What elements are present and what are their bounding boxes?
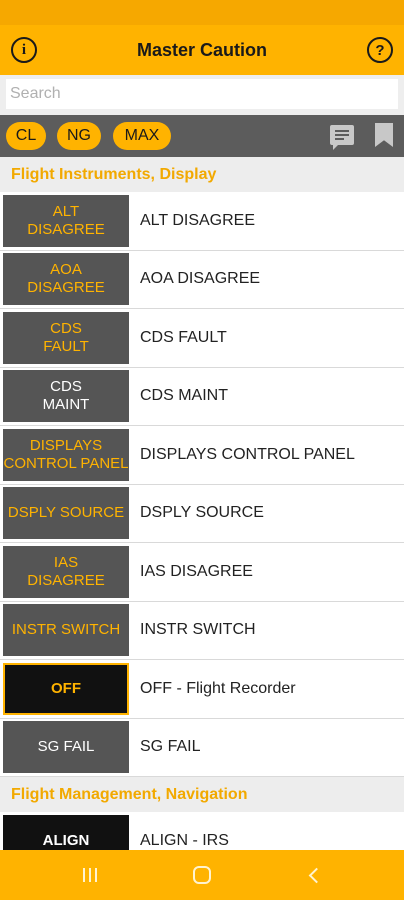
- search-input[interactable]: [6, 79, 398, 109]
- info-icon[interactable]: i: [11, 37, 37, 63]
- caution-badge: IAS DISAGREE: [3, 545, 129, 598]
- list-item-label: DISPLAYS CONTROL PANEL: [140, 445, 355, 463]
- list-item-label: DSPLY SOURCE: [140, 504, 264, 522]
- system-nav-bar: [0, 850, 404, 900]
- list-item-label: IAS DISAGREE: [140, 562, 253, 580]
- list-item[interactable]: IAS DISAGREE IAS DISAGREE: [0, 543, 404, 602]
- list-item-label: INSTR SWITCH: [140, 621, 256, 639]
- bookmark-icon[interactable]: [375, 123, 393, 147]
- list-item-label: CDS MAINT: [140, 387, 228, 405]
- list-item-label: ALT DISAGREE: [140, 211, 255, 229]
- list-item[interactable]: INSTR SWITCH INSTR SWITCH: [0, 601, 404, 660]
- list-item[interactable]: CDS FAULT CDS FAULT: [0, 309, 404, 368]
- caution-badge: DISPLAYS CONTROL PANEL: [3, 428, 129, 481]
- caution-badge: SG FAIL: [3, 721, 129, 774]
- filter-max-button[interactable]: MAX: [113, 122, 171, 150]
- list-item[interactable]: DISPLAYS CONTROL PANEL DISPLAYS CONTROL …: [0, 426, 404, 485]
- list-item-label: OFF - Flight Recorder: [140, 679, 296, 697]
- section-header: Flight Instruments, Display: [0, 157, 404, 192]
- filter-ng-button[interactable]: NG: [57, 122, 101, 150]
- filter-cl-button[interactable]: CL: [6, 122, 46, 150]
- list-item[interactable]: DSPLY SOURCE DSPLY SOURCE: [0, 484, 404, 543]
- list-item[interactable]: ALIGN ALIGN - IRS: [0, 812, 404, 850]
- caution-badge: OFF: [3, 662, 129, 715]
- list-item-label: ALIGN - IRS: [140, 831, 229, 849]
- list-item-label: SG FAIL: [140, 738, 201, 756]
- caution-badge: ALT DISAGREE: [3, 194, 129, 247]
- filter-bar: CL NG MAX: [0, 115, 404, 157]
- caution-badge: ALIGN: [3, 814, 129, 850]
- caution-badge: AOA DISAGREE: [3, 253, 129, 306]
- caution-badge: CDS MAINT: [3, 370, 129, 423]
- section-header: Flight Management, Navigation: [0, 777, 404, 812]
- list-item[interactable]: AOA DISAGREE AOA DISAGREE: [0, 250, 404, 309]
- help-icon[interactable]: ?: [367, 37, 393, 63]
- list-item-label: AOA DISAGREE: [140, 270, 261, 288]
- list-item[interactable]: ALT DISAGREE ALT DISAGREE: [0, 192, 404, 251]
- back-icon[interactable]: [296, 850, 336, 900]
- list-item[interactable]: OFF OFF - Flight Recorder: [0, 660, 404, 719]
- list-item[interactable]: CDS MAINT CDS MAINT: [0, 367, 404, 426]
- caution-badge: CDS FAULT: [3, 311, 129, 364]
- home-icon[interactable]: [182, 850, 222, 900]
- caution-list: Flight Instruments, Display ALT DISAGREE…: [0, 157, 404, 850]
- recents-icon[interactable]: [70, 850, 110, 900]
- caution-badge: INSTR SWITCH: [3, 604, 129, 657]
- app-bar: i Master Caution ?: [0, 25, 404, 75]
- status-bar: [0, 0, 404, 25]
- page-title: Master Caution: [136, 39, 268, 60]
- list-item-label: CDS FAULT: [140, 328, 227, 346]
- caution-badge: DSPLY SOURCE: [3, 487, 129, 540]
- list-item[interactable]: SG FAIL SG FAIL: [0, 718, 404, 777]
- search-bar: [0, 75, 404, 115]
- notes-icon[interactable]: [330, 125, 354, 150]
